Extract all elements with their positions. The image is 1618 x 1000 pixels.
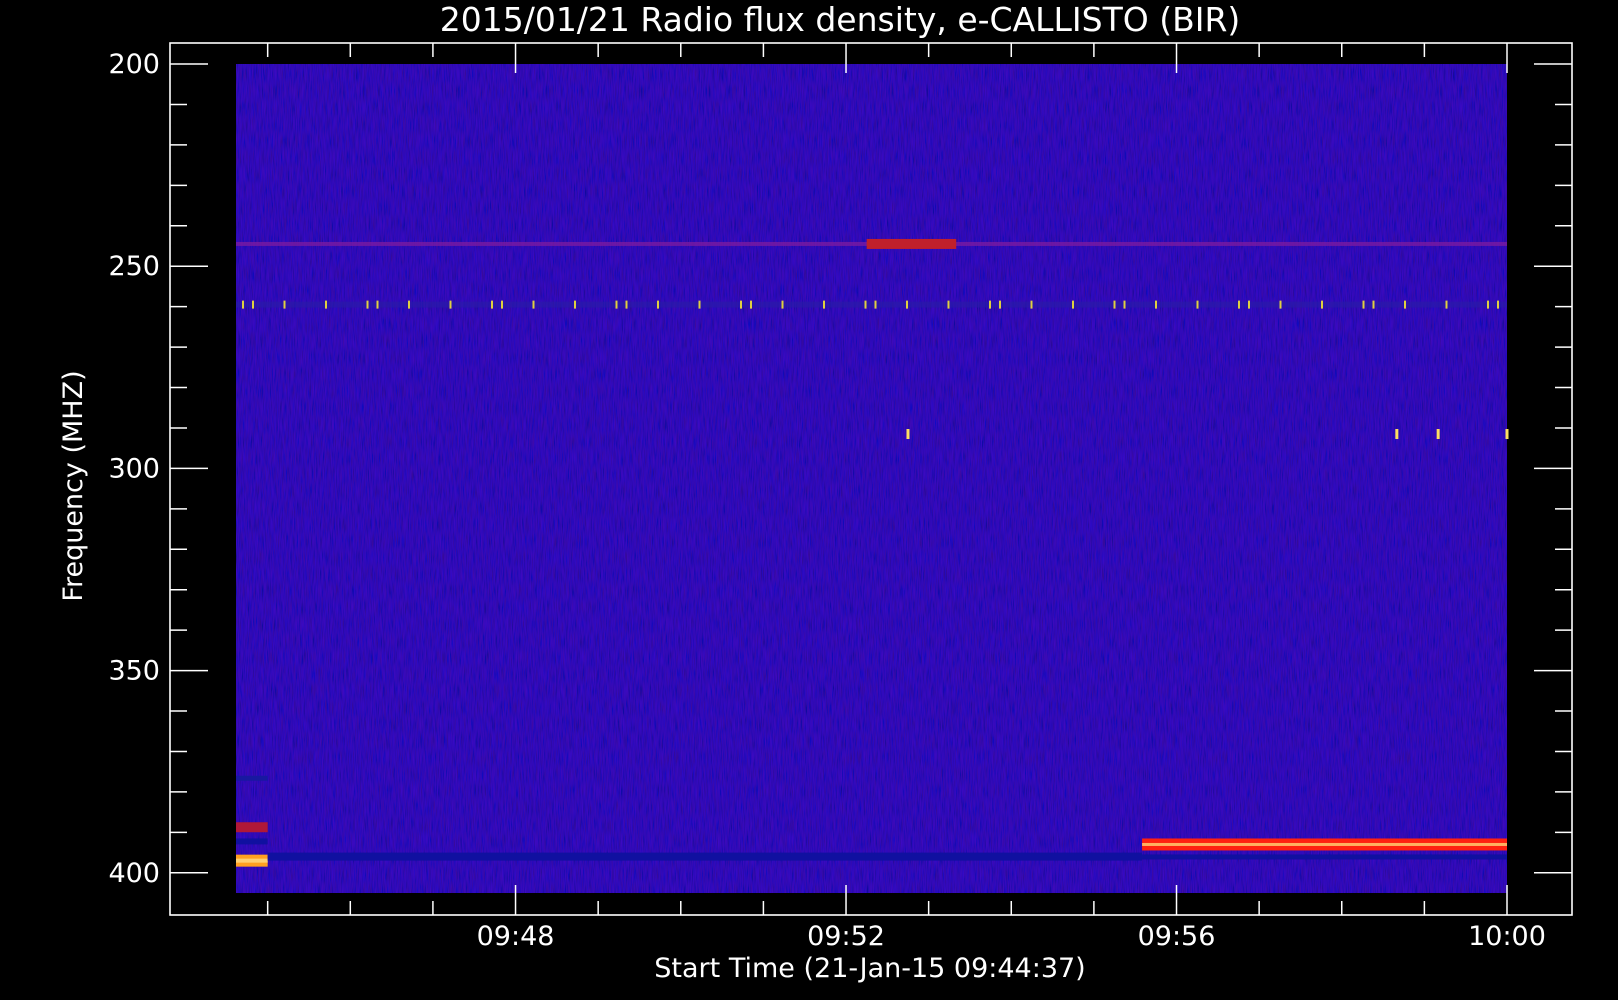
feature-spike bbox=[1030, 300, 1033, 309]
feature-spike bbox=[408, 300, 410, 309]
feature-spike bbox=[1155, 300, 1157, 309]
feature-spike bbox=[1196, 300, 1199, 309]
feature-spike bbox=[366, 300, 369, 309]
feature-spike bbox=[1497, 300, 1499, 309]
feature-spike bbox=[283, 300, 286, 309]
feature-spike bbox=[1445, 300, 1448, 309]
feature-spike bbox=[823, 300, 825, 309]
feature-spike bbox=[1072, 300, 1074, 309]
feature-spike bbox=[698, 300, 701, 309]
feature-spike bbox=[376, 300, 379, 309]
feature-spike bbox=[449, 300, 452, 309]
feature-band bbox=[267, 852, 1143, 861]
feature-band-dark bbox=[236, 775, 268, 781]
feature-band-core bbox=[1142, 842, 1507, 846]
feature-spike bbox=[252, 300, 254, 309]
feature-band bbox=[866, 238, 957, 249]
x-tick-label: 09:52 bbox=[807, 921, 885, 952]
feature-spike bbox=[1487, 300, 1489, 309]
x-tick-label: 09:56 bbox=[1138, 921, 1216, 952]
feature-band-red bbox=[236, 822, 268, 833]
y-axis-label: Frequency (MHZ) bbox=[58, 370, 89, 601]
feature-spike bbox=[1372, 300, 1375, 309]
feature-spike bbox=[906, 300, 908, 309]
feature-spike bbox=[740, 300, 742, 309]
y-tick-label: 300 bbox=[108, 453, 160, 484]
feature-spike bbox=[657, 300, 659, 309]
spectrogram-figure: 2015/01/21 Radio flux density, e-CALLIST… bbox=[0, 0, 1618, 1000]
feature-band-core bbox=[236, 858, 268, 863]
y-tick-label: 200 bbox=[108, 49, 160, 80]
feature-spike bbox=[1279, 300, 1282, 309]
feature-spike bbox=[501, 300, 503, 309]
feature-spike bbox=[989, 300, 991, 309]
feature-spike bbox=[1248, 300, 1250, 309]
feature-spike bbox=[1404, 300, 1406, 309]
feature-spike bbox=[947, 300, 950, 309]
feature-spike bbox=[1113, 300, 1116, 309]
feature-spike bbox=[906, 429, 910, 440]
feature-spike bbox=[574, 300, 576, 309]
feature-spike bbox=[864, 300, 867, 309]
spectrogram-heatmap bbox=[236, 64, 1509, 893]
feature-spike bbox=[491, 300, 493, 309]
feature-spike bbox=[874, 300, 877, 309]
y-tick-label: 350 bbox=[108, 656, 160, 687]
feature-band bbox=[236, 301, 1507, 308]
feature-band-shadow bbox=[1142, 854, 1507, 860]
x-tick-label: 10:00 bbox=[1468, 921, 1546, 952]
feature-spike bbox=[999, 300, 1001, 309]
feature-spike bbox=[325, 300, 327, 309]
feature-spike bbox=[532, 300, 535, 309]
chart-title: 2015/01/21 Radio flux density, e-CALLIST… bbox=[440, 0, 1241, 39]
feature-spike bbox=[1238, 300, 1240, 309]
heatmap-noise-texture bbox=[236, 64, 1507, 893]
feature-spike bbox=[1321, 300, 1323, 309]
feature-spike bbox=[1395, 429, 1399, 440]
feature-spike bbox=[242, 300, 244, 309]
feature-spike bbox=[625, 300, 628, 309]
feature-spike bbox=[750, 300, 752, 309]
feature-spike bbox=[1123, 300, 1126, 309]
feature-spike bbox=[615, 300, 618, 309]
feature-band-dark bbox=[236, 838, 268, 845]
feature-spike bbox=[1362, 300, 1365, 309]
feature-spike bbox=[781, 300, 784, 309]
y-tick-label: 250 bbox=[108, 251, 160, 282]
y-tick-label: 400 bbox=[108, 858, 160, 889]
x-axis-label: Start Time (21-Jan-15 09:44:37) bbox=[654, 953, 1085, 984]
x-tick-label: 09:48 bbox=[477, 921, 555, 952]
feature-spike bbox=[1436, 429, 1440, 440]
feature-spike bbox=[1505, 429, 1509, 440]
